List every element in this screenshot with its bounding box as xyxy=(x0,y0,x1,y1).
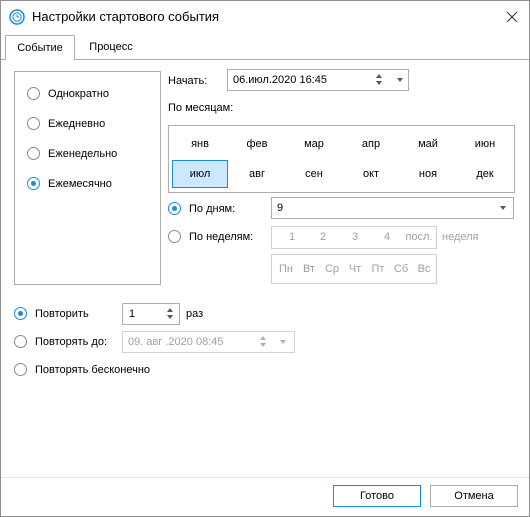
radio-weekly-label: Еженедельно xyxy=(48,147,118,160)
month-apr[interactable]: апр xyxy=(343,130,399,158)
month-jan[interactable]: янв xyxy=(172,130,228,158)
cancel-button[interactable]: Отмена xyxy=(430,485,518,507)
repeat-until-spinner[interactable] xyxy=(258,333,268,351)
radio-indicator xyxy=(27,87,40,100)
month-jul[interactable]: июл xyxy=(172,160,228,188)
spin-up-icon[interactable] xyxy=(167,308,173,312)
start-event-icon xyxy=(9,9,25,25)
month-nov[interactable]: ноя xyxy=(400,160,456,188)
radio-by-days[interactable]: По дням: xyxy=(168,202,235,215)
radio-indicator xyxy=(27,147,40,160)
spin-down-icon[interactable] xyxy=(167,315,173,319)
by-days-select[interactable]: 9 xyxy=(271,197,514,219)
radio-indicator xyxy=(27,117,40,130)
by-days-value: 9 xyxy=(277,202,284,214)
weekday-thu[interactable]: Чт xyxy=(343,263,367,275)
repeat-forever-label: Повторять бесконечно xyxy=(35,363,151,376)
month-dec[interactable]: дек xyxy=(457,160,513,188)
week-4[interactable]: 4 xyxy=(381,231,393,243)
months-grid: янв фев мар апр май июн июл авг сен окт … xyxy=(168,125,515,193)
radio-indicator-selected xyxy=(27,177,40,190)
radio-repeat-times[interactable]: Повторить xyxy=(14,307,89,320)
week-1[interactable]: 1 xyxy=(286,231,298,243)
repeat-count-stepper[interactable]: 1 xyxy=(122,303,180,325)
tab-strip: Событие Процесс xyxy=(1,35,529,60)
repeat-count-spinner[interactable] xyxy=(165,305,175,323)
months-label: По месяцам: xyxy=(168,102,234,114)
by-days-label: По дням: xyxy=(189,202,236,215)
frequency-group: Однократно Ежедневно Еженедельно Ежемеся… xyxy=(14,71,161,285)
month-aug[interactable]: авг xyxy=(229,160,285,188)
repeat-count-value: 1 xyxy=(129,308,136,320)
radio-daily-label: Ежедневно xyxy=(48,117,106,130)
weekday-sat[interactable]: Сб xyxy=(389,263,413,275)
repeat-unit-label: раз xyxy=(186,308,204,320)
month-sep[interactable]: сен xyxy=(286,160,342,188)
chevron-down-icon[interactable] xyxy=(397,78,403,82)
week-last[interactable]: посл. xyxy=(403,231,435,243)
close-button[interactable] xyxy=(501,6,523,28)
radio-indicator-selected xyxy=(168,202,181,215)
window-title: Настройки стартового события xyxy=(32,9,220,24)
weekday-mon[interactable]: Пн xyxy=(274,263,298,275)
weekdays-selector: Пн Вт Ср Чт Пт Сб Вс xyxy=(271,254,437,284)
start-label: Начать: xyxy=(168,75,208,87)
repeat-until-datetime-picker[interactable]: 09. авг .2020 08:45 xyxy=(122,331,295,353)
week-2[interactable]: 2 xyxy=(317,231,329,243)
radio-indicator xyxy=(14,335,27,348)
repeat-times-label: Повторить xyxy=(35,307,89,320)
radio-daily[interactable]: Ежедневно xyxy=(27,117,105,130)
month-oct[interactable]: окт xyxy=(343,160,399,188)
radio-monthly-label: Ежемесячно xyxy=(48,177,112,190)
week-3[interactable]: 3 xyxy=(349,231,361,243)
week-suffix-label: неделя xyxy=(442,231,479,243)
start-datetime-value: 06.июл.2020 16:45 xyxy=(233,74,327,86)
dialog-window: Настройки стартового события Событие Про… xyxy=(0,0,530,517)
tab-event[interactable]: Событие xyxy=(5,35,75,60)
chevron-down-icon[interactable] xyxy=(280,340,286,344)
spin-up-icon[interactable] xyxy=(376,74,382,78)
start-datetime-picker[interactable]: 06.июл.2020 16:45 xyxy=(227,69,409,91)
radio-monthly[interactable]: Ежемесячно xyxy=(27,177,112,190)
radio-repeat-forever[interactable]: Повторять бесконечно xyxy=(14,363,150,376)
radio-repeat-until[interactable]: Повторять до: xyxy=(14,335,107,348)
chevron-down-icon[interactable] xyxy=(500,206,506,210)
month-feb[interactable]: фев xyxy=(229,130,285,158)
repeat-until-label: Повторять до: xyxy=(35,335,108,348)
title-bar: Настройки стартового события xyxy=(1,1,529,33)
month-may[interactable]: май xyxy=(400,130,456,158)
spin-down-icon[interactable] xyxy=(260,343,266,347)
weeks-selector: 1 2 3 4 посл. xyxy=(271,226,437,249)
tab-divider xyxy=(1,59,529,60)
tab-process[interactable]: Процесс xyxy=(78,35,144,60)
footer-divider xyxy=(1,477,529,478)
month-jun[interactable]: июн xyxy=(457,130,513,158)
close-icon xyxy=(506,11,518,23)
radio-once-label: Однократно xyxy=(48,87,109,100)
radio-indicator xyxy=(168,230,181,243)
radio-once[interactable]: Однократно xyxy=(27,87,109,100)
weekday-wed[interactable]: Ср xyxy=(320,263,344,275)
radio-weekly[interactable]: Еженедельно xyxy=(27,147,117,160)
spin-up-icon[interactable] xyxy=(260,336,266,340)
by-weeks-label: По неделям: xyxy=(189,230,254,243)
month-mar[interactable]: мар xyxy=(286,130,342,158)
weekday-fri[interactable]: Пт xyxy=(366,263,390,275)
radio-indicator-selected xyxy=(14,307,27,320)
ok-button[interactable]: Готово xyxy=(333,485,421,507)
weekday-sun[interactable]: Вс xyxy=(412,263,436,275)
radio-by-weeks[interactable]: По неделям: xyxy=(168,230,253,243)
repeat-until-value: 09. авг .2020 08:45 xyxy=(128,336,224,348)
start-spinner[interactable] xyxy=(374,71,384,89)
spin-down-icon[interactable] xyxy=(376,81,382,85)
radio-indicator xyxy=(14,363,27,376)
weekday-tue[interactable]: Вт xyxy=(297,263,321,275)
